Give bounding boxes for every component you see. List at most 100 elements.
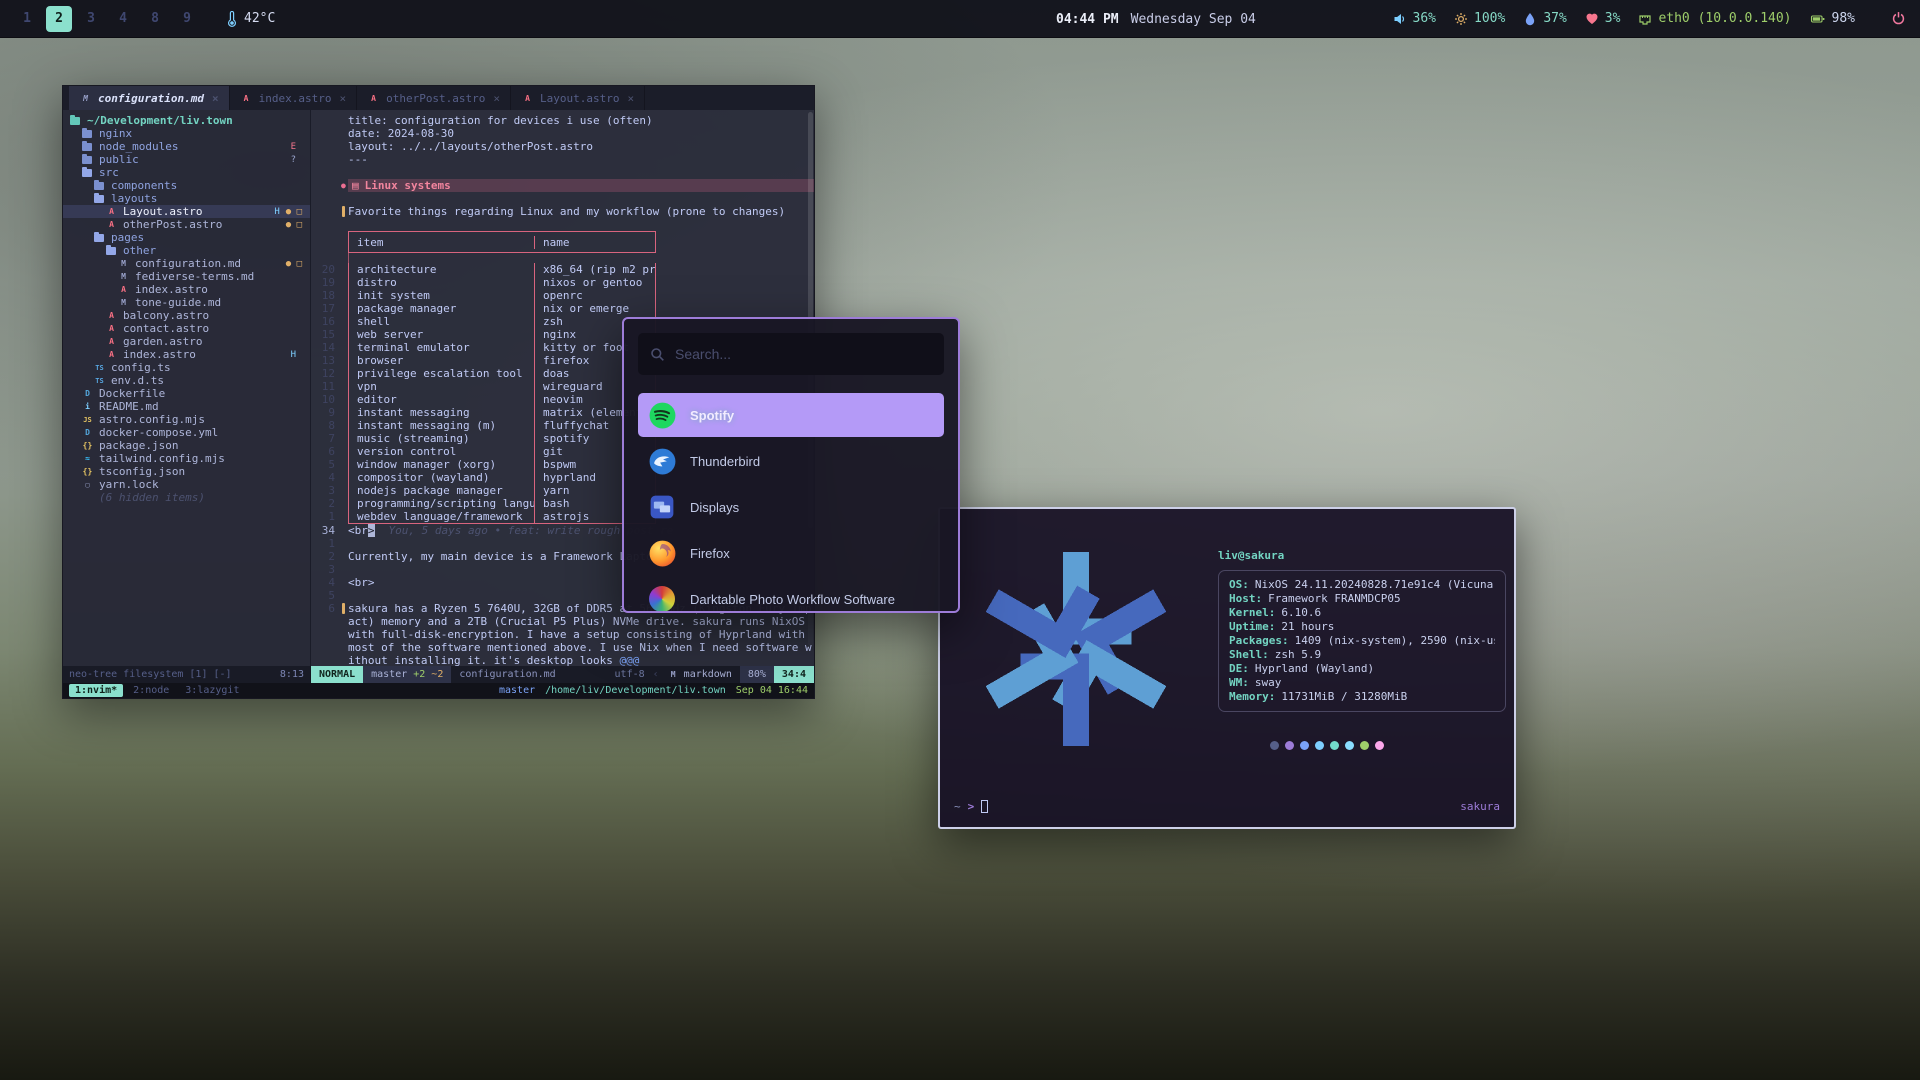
app-launcher: Spotify Thunderbird Displays Firefox xyxy=(622,317,960,613)
launcher-item-displays[interactable]: Displays xyxy=(638,485,944,529)
tree-item[interactable]: README.md xyxy=(63,400,310,413)
tree-item[interactable]: garden.astro xyxy=(63,335,310,348)
neo-tree-statusline: neo-tree filesystem [1] [-] 8:13 xyxy=(63,666,311,683)
palette-dot xyxy=(1300,741,1309,750)
tree-item[interactable]: nginx xyxy=(63,127,310,140)
battery-module[interactable]: 98% xyxy=(1810,11,1855,26)
tree-item[interactable]: layouts xyxy=(63,192,310,205)
terminal-window[interactable]: liv@sakura OS: NixOS 24.11.20240828.71e9… xyxy=(938,507,1516,829)
load-module[interactable]: 3% xyxy=(1585,11,1621,26)
close-icon[interactable]: × xyxy=(212,92,219,105)
file-type-icon xyxy=(81,167,94,178)
close-icon[interactable]: × xyxy=(339,92,346,105)
file-type-icon xyxy=(105,310,118,321)
tree-item[interactable]: ~/Development/liv.town xyxy=(63,114,310,127)
fetch-info-label: Uptime: xyxy=(1229,620,1275,634)
file-type-icon xyxy=(105,206,118,217)
tree-item[interactable]: index.astro xyxy=(63,283,310,296)
volume-module[interactable]: 36% xyxy=(1393,11,1436,26)
tree-item[interactable]: package.json xyxy=(63,439,310,452)
palette-dot xyxy=(1375,741,1384,750)
workspace-button[interactable]: 1 xyxy=(14,6,40,32)
workspace-button[interactable]: 8 xyxy=(142,6,168,32)
tmux-window[interactable]: 1:nvim* xyxy=(69,684,123,697)
file-type-icon xyxy=(105,245,118,256)
search-input[interactable] xyxy=(675,346,932,362)
tree-item[interactable]: Dockerfile xyxy=(63,387,310,400)
tree-item[interactable]: tone-guide.md xyxy=(63,296,310,309)
launcher-item-spotify[interactable]: Spotify xyxy=(638,393,944,437)
fetch-info-label: Shell: xyxy=(1229,648,1269,662)
tree-item[interactable]: other xyxy=(63,244,310,257)
tree-item[interactable]: node_modules E xyxy=(63,140,310,153)
file-type-icon xyxy=(117,258,130,269)
table-cell-item: version control xyxy=(349,445,535,458)
tree-item[interactable]: astro.config.mjs xyxy=(63,413,310,426)
tree-item[interactable]: tsconfig.json xyxy=(63,465,310,478)
fetch-info-value: sway xyxy=(1255,676,1282,690)
launcher-item-firefox[interactable]: Firefox xyxy=(638,531,944,575)
tree-item[interactable]: index.astro H xyxy=(63,348,310,361)
workspace-button[interactable]: 2 xyxy=(46,6,72,32)
tree-item-git-status: ● □ xyxy=(286,259,302,269)
heart-icon xyxy=(1585,12,1599,26)
file-type-icon xyxy=(105,219,118,230)
table-cell-item: compositor (wayland) xyxy=(349,471,535,484)
close-icon[interactable]: × xyxy=(628,92,635,105)
disk-module[interactable]: 37% xyxy=(1523,11,1566,26)
tab-configuration-md[interactable]: configuration.md × xyxy=(69,86,230,110)
tree-item[interactable]: docker-compose.yml xyxy=(63,426,310,439)
workspace-switcher: 123489 xyxy=(14,6,200,32)
frontmatter-line: --- xyxy=(348,153,368,166)
file-type-icon xyxy=(93,362,106,373)
battery-icon xyxy=(1810,12,1826,26)
prompt-path: ~ xyxy=(954,800,961,813)
tab-layout-astro[interactable]: Layout.astro × xyxy=(511,86,645,110)
tree-item[interactable]: components xyxy=(63,179,310,192)
astro-file-icon xyxy=(521,93,534,104)
file-type-icon xyxy=(81,453,94,464)
table-cell-item: music (streaming) xyxy=(349,432,535,445)
prompt-char: > xyxy=(968,800,975,813)
table-cell-name: nix or emerge xyxy=(535,302,655,315)
scroll-percentage: 80% xyxy=(740,666,774,683)
workspace-button[interactable]: 3 xyxy=(78,6,104,32)
tmux-window[interactable]: 3:lazygit xyxy=(179,684,245,697)
tmux-window[interactable]: 2:node xyxy=(127,684,175,697)
tree-item[interactable]: public ? xyxy=(63,153,310,166)
gear-module[interactable]: 100% xyxy=(1454,11,1505,26)
tree-item[interactable]: (6 hidden items) xyxy=(63,491,310,504)
tree-item[interactable]: tailwind.config.mjs xyxy=(63,452,310,465)
fetch-info-value: Framework FRANMDCP05 xyxy=(1268,592,1400,606)
power-button[interactable] xyxy=(1891,11,1906,26)
host-label: sakura xyxy=(1460,800,1500,813)
tree-item[interactable]: config.ts xyxy=(63,361,310,374)
shell-prompt[interactable]: ~ > xyxy=(954,800,988,813)
workspace-button[interactable]: 9 xyxy=(174,6,200,32)
file-encoding: utf-8 xyxy=(607,666,653,683)
table-cell-name: nixos or gentoo xyxy=(535,276,655,289)
close-icon[interactable]: × xyxy=(493,92,500,105)
tree-item[interactable]: pages xyxy=(63,231,310,244)
tree-item[interactable]: src xyxy=(63,166,310,179)
tab-index-astro[interactable]: index.astro × xyxy=(230,86,357,110)
tree-item[interactable]: configuration.md ● □ xyxy=(63,257,310,270)
tab-otherpost-astro[interactable]: otherPost.astro × xyxy=(357,86,511,110)
fetch-info-line: Shell: zsh 5.9 xyxy=(1229,648,1495,662)
workspace-button[interactable]: 4 xyxy=(110,6,136,32)
tree-item[interactable]: yarn.lock xyxy=(63,478,310,491)
tree-item[interactable]: env.d.ts xyxy=(63,374,310,387)
launcher-item-darktable[interactable]: Darktable Photo Workflow Software xyxy=(638,577,944,613)
tree-item[interactable]: fediverse-terms.md xyxy=(63,270,310,283)
tree-item[interactable]: otherPost.astro ● □ xyxy=(63,218,310,231)
system-tray: 36% 100% 37% 3% eth0 (10.0.0.140) 98% xyxy=(1393,11,1906,26)
tree-item-git-status: ● □ xyxy=(286,220,302,230)
network-module[interactable]: eth0 (10.0.0.140) xyxy=(1638,11,1791,26)
tree-item[interactable]: balcony.astro xyxy=(63,309,310,322)
tree-item[interactable]: Layout.astro H● □ xyxy=(63,205,310,218)
intro-line: Favorite things regarding Linux and my w… xyxy=(348,205,785,218)
filetype-indicator: markdown xyxy=(659,666,740,683)
fetch-info-value: zsh 5.9 xyxy=(1275,648,1321,662)
tree-item[interactable]: contact.astro xyxy=(63,322,310,335)
launcher-item-thunderbird[interactable]: Thunderbird xyxy=(638,439,944,483)
